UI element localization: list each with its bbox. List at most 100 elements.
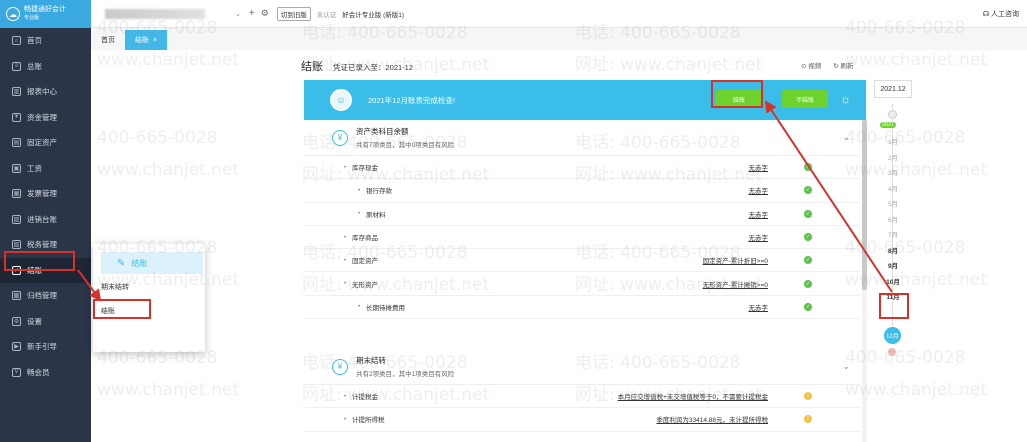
watermark-text: 网址: www.chanjet.net bbox=[575, 275, 763, 295]
video-link[interactable]: ⊙ 视频 bbox=[801, 60, 821, 70]
refresh-icon: ↻ bbox=[833, 63, 841, 70]
bullet-icon: • bbox=[344, 415, 347, 423]
watermark-text: 电话: 400-665-0028 bbox=[302, 353, 468, 373]
timeline-month[interactable]: 6月 bbox=[874, 214, 912, 224]
watermark-text: 网址: www.chanjet.net bbox=[575, 165, 763, 185]
check-label: 银行存款 bbox=[366, 188, 392, 196]
warning-icon: ! bbox=[804, 415, 812, 424]
sidebar-item-label: 进销台账 bbox=[27, 214, 57, 224]
add-icon[interactable]: + bbox=[249, 8, 255, 19]
watermark-text: 电话: 400-665-0028 bbox=[575, 23, 741, 43]
check-banner: ☺ 2021年12月账表完成检查! 结账 不结账 ☼ bbox=[304, 80, 866, 120]
nav-list: ⌂ 首页 ≡ 总账 ▥ 报表中心 ¥ 资金管理 ▤ 固定资产 ▣ 工资 ▦ 发票管理 ▧ 进销台账 ▨ 税务管理 ✓… bbox=[0, 28, 91, 385]
member-icon: V bbox=[12, 367, 21, 377]
certification-status: 未认证 bbox=[316, 11, 337, 19]
skip-close-button[interactable]: 不结账 bbox=[782, 90, 828, 108]
watermark-text: 400-665-0028 bbox=[845, 128, 966, 148]
watermark-text: www.chanjet.net bbox=[97, 160, 240, 180]
watermark-text: www.chanjet.net bbox=[845, 270, 988, 290]
check-detail-link[interactable]: 无赤字 bbox=[749, 209, 769, 219]
check-detail-link[interactable]: 无赤字 bbox=[749, 302, 769, 312]
service-label: 人工咨询 bbox=[991, 10, 1019, 18]
close-account-icon: ✎ bbox=[117, 257, 126, 269]
video-label: 视频 bbox=[808, 63, 822, 70]
watermark-text: 400-665-0028 bbox=[97, 238, 218, 258]
watermark-text: 网址: www.chanjet.net bbox=[302, 385, 490, 405]
sidebar-item-label: 工资 bbox=[27, 163, 42, 173]
brand-name: 畅捷通好会计 专业版 bbox=[24, 6, 66, 22]
sidebar-item-report[interactable]: ▥ 报表中心 bbox=[0, 79, 91, 105]
sidebar-item-invoice[interactable]: ▦ 发票管理 bbox=[0, 181, 91, 207]
sidebar-item-ledger[interactable]: ≡ 总账 bbox=[0, 54, 91, 80]
sidebar-item-label: 报表中心 bbox=[27, 87, 57, 97]
asset-icon: ▤ bbox=[12, 138, 21, 148]
watermark-text: 400-665-0028 bbox=[845, 18, 966, 38]
check-detail-link[interactable]: 季度利润为33414.88元，未计提所得税 bbox=[656, 414, 768, 424]
check-row: • 原材料 无赤字 ✓ bbox=[304, 203, 860, 226]
sidebar-item-label: 税务管理 bbox=[27, 240, 57, 250]
sidebar-item-home[interactable]: ⌂ 首页 bbox=[0, 28, 91, 54]
watermark-text: 电话: 400-665-0028 bbox=[575, 243, 741, 263]
brand-title: 畅捷通好会计 bbox=[24, 6, 66, 13]
check-row: • 计提所得税 季度利润为33414.88元，未计提所得税! bbox=[304, 408, 860, 432]
chevron-down-icon[interactable]: ⌄ bbox=[235, 10, 241, 18]
bullet-icon: • bbox=[358, 210, 361, 218]
sidebar-item-inventory[interactable]: ▧ 进销台账 bbox=[0, 207, 91, 233]
headset-icon: ☊ bbox=[982, 10, 991, 18]
timeline-up-dot[interactable] bbox=[888, 110, 897, 119]
home-icon: ⌂ bbox=[12, 36, 21, 46]
brand-subtitle: 专业版 bbox=[24, 15, 40, 21]
sidebar-item-salary[interactable]: ▣ 工资 bbox=[0, 156, 91, 182]
close-account-submenu: ✎ 结账 期末结转 结账 bbox=[93, 244, 205, 352]
check-ok-icon: ✓ bbox=[804, 279, 812, 288]
tax-icon: ▨ bbox=[12, 240, 21, 250]
watermark-text: 400-665-0028 bbox=[845, 238, 966, 258]
sidebar-item-label: 设置 bbox=[27, 316, 42, 326]
check-detail-link[interactable]: 无赤字 bbox=[749, 185, 769, 195]
sidebar-item-label: 首页 bbox=[27, 36, 42, 46]
sidebar-item-member[interactable]: V 畅会员 bbox=[0, 360, 91, 386]
fund-icon: ¥ bbox=[12, 112, 21, 122]
sidebar-item-archive[interactable]: ▩ 归档管理 bbox=[0, 283, 91, 309]
timeline-month[interactable]: 5月 bbox=[874, 198, 912, 208]
sidebar-item-label: 畅会员 bbox=[27, 367, 50, 377]
gear-icon[interactable]: ⚙ bbox=[261, 8, 269, 19]
sidebar-item-settings[interactable]: ⚙ 设置 bbox=[0, 309, 91, 335]
sidebar-item-label: 新手引导 bbox=[27, 342, 57, 352]
watermark-text: 网址: www.chanjet.net bbox=[302, 275, 490, 295]
highlight-nav-close-account bbox=[4, 251, 75, 271]
check-ok-icon: ✓ bbox=[804, 186, 812, 195]
timeline-month[interactable]: 4月 bbox=[874, 183, 912, 193]
timeline-year[interactable]: 2021.12 bbox=[874, 80, 912, 98]
watermark-text: 网址: www.chanjet.net bbox=[575, 385, 763, 405]
settings-icon: ⚙ bbox=[12, 316, 21, 326]
salary-icon: ▣ bbox=[12, 163, 21, 173]
submenu-title: 结账 bbox=[131, 258, 148, 268]
cloud-logo-icon: ☁ bbox=[6, 7, 20, 21]
highlight-close-button bbox=[711, 80, 763, 108]
check-ok-icon: ✓ bbox=[804, 256, 812, 265]
check-detail-link[interactable]: 无赤字 bbox=[749, 232, 769, 242]
watermark-text: 电话: 400-665-0028 bbox=[575, 353, 741, 373]
lightbulb-icon: ☼ bbox=[840, 92, 851, 106]
watermark-text: www.chanjet.net bbox=[845, 380, 988, 400]
account-name-blurred[interactable] bbox=[105, 8, 205, 19]
watermark-text: 400-665-0028 bbox=[845, 348, 966, 368]
watermark-text: 电话: 400-665-0028 bbox=[302, 243, 468, 263]
bullet-icon: • bbox=[358, 186, 361, 194]
check-ok-icon: ✓ bbox=[804, 209, 812, 218]
watermark-text: 网址: www.chanjet.net bbox=[575, 55, 763, 75]
highlight-submenu-close-account bbox=[93, 299, 151, 319]
sidebar-item-asset[interactable]: ▤ 固定资产 bbox=[0, 130, 91, 156]
sidebar-item-label: 总账 bbox=[27, 61, 42, 71]
watermark-text: 网址: www.chanjet.net bbox=[302, 165, 490, 185]
sidebar-item-fund[interactable]: ¥ 资金管理 bbox=[0, 105, 91, 131]
timeline-current-month[interactable]: 12月 bbox=[884, 327, 901, 344]
watermark-text: www.chanjet.net bbox=[97, 50, 240, 70]
ledger-icon: ≡ bbox=[12, 61, 21, 71]
customer-service-link[interactable]: ☊ 人工咨询 bbox=[983, 9, 1019, 19]
check-ok-icon: ✓ bbox=[804, 163, 812, 172]
timeline-month[interactable]: 9月 bbox=[874, 260, 912, 270]
watermark-text: www.chanjet.net bbox=[97, 380, 240, 400]
sidebar-item-guide[interactable]: ▶ 新手引导 bbox=[0, 334, 91, 360]
